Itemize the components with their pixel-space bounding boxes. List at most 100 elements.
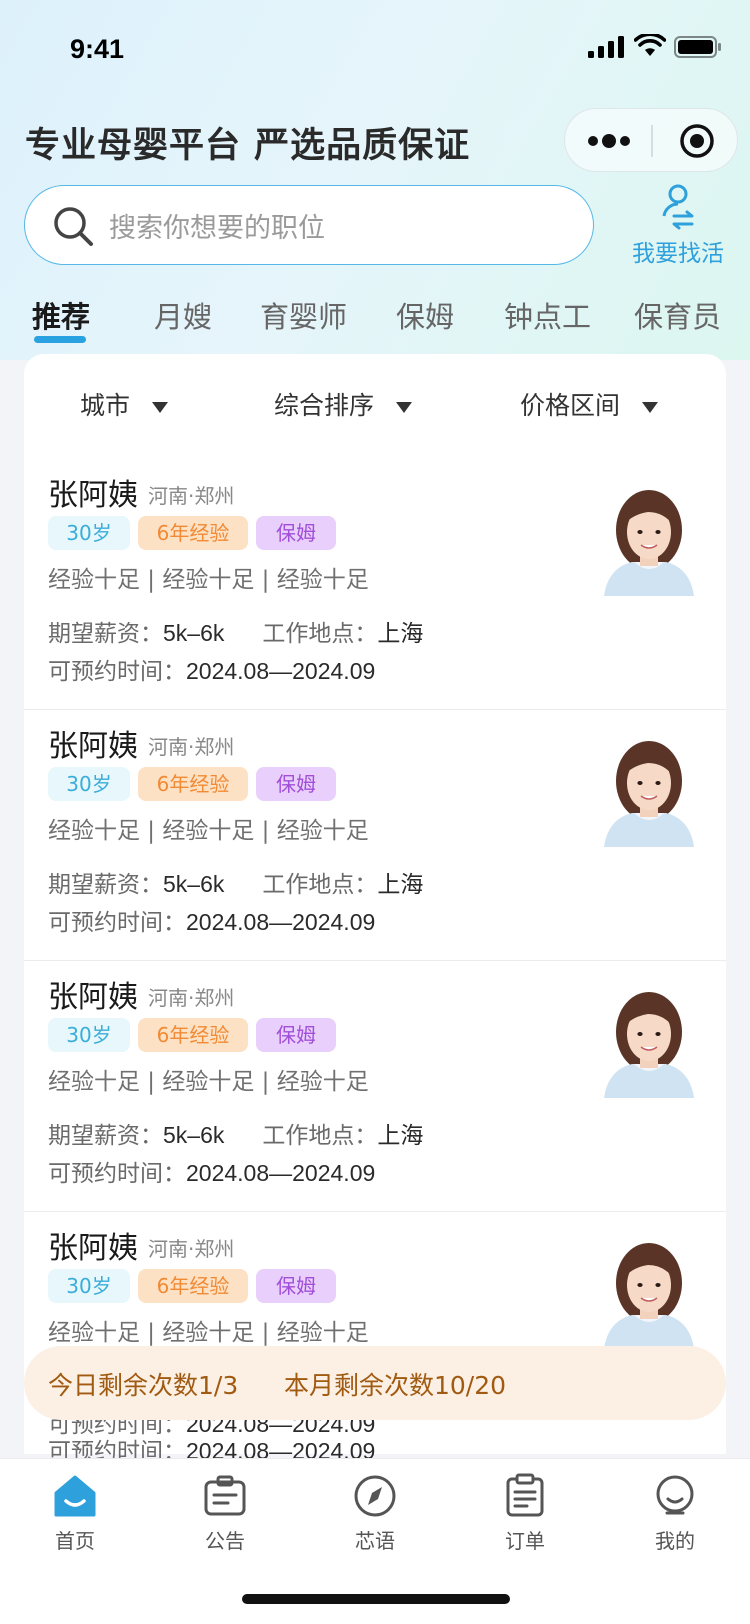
experience-tag: 6年经验 <box>138 516 248 550</box>
worker-location: 河南·郑州 <box>148 1237 235 1261</box>
role-tag: 保姆 <box>256 1018 336 1052</box>
tabbar-label: 我的 <box>655 1529 695 1553</box>
tab-maternity-matron[interactable]: 月嫂 <box>154 294 212 336</box>
tabbar-label: 芯语 <box>355 1529 395 1553</box>
daily-quota: 今日剩余次数1/3 <box>48 1371 239 1400</box>
filter-sort-label: 综合排序 <box>274 391 375 420</box>
dropdown-caret-icon <box>152 401 169 413</box>
role-tag: 保姆 <box>256 1269 336 1303</box>
signal-icon <box>588 36 624 58</box>
worker-avatar <box>604 1243 694 1349</box>
availability-row: 可预约时间：2024.08—2024.09 <box>48 1154 375 1188</box>
worker-card[interactable]: 张阿姨河南·郑州 30岁6年经验保姆经验十足 | 经验十足 | 经验十足期望薪资：… <box>24 450 726 710</box>
worker-name: 张阿姨 <box>48 980 138 1015</box>
availability-row: 可预约时间：2024.08—2024.09 <box>48 903 375 937</box>
experience-tag: 6年经验 <box>138 1018 248 1052</box>
experience-tag: 6年经验 <box>138 767 248 801</box>
tab-hourly[interactable]: 钟点工 <box>504 294 591 336</box>
time-label: 可预约时间： <box>48 659 186 685</box>
workplace-label: 工作地点： <box>262 621 378 647</box>
more-icon[interactable] <box>587 129 631 153</box>
worker-skills: 经验十足 | 经验十足 | 经验十足 <box>48 1320 369 1346</box>
time-label: 可预约时间： <box>48 910 186 936</box>
worker-list-panel: 城市 综合排序 价格区间 张阿姨 河南·郑州 30岁 6年经验 保姆 经验十足 | 经验十… <box>24 354 726 1454</box>
tabbar-orders[interactable]: 订单 <box>470 1473 580 1554</box>
tab-childcare[interactable]: 保育员 <box>634 294 721 336</box>
page-slogan: 专业母婴平台 严选品质保证 <box>25 126 471 166</box>
role-tag: 保姆 <box>256 767 336 801</box>
workplace-value: 上海 <box>377 1122 424 1148</box>
search-input[interactable]: 搜索你想要的职位 <box>24 185 594 265</box>
workplace-value: 上海 <box>377 620 424 646</box>
worker-skills: 经验十足 | 经验十足 | 经验十足 <box>48 567 369 593</box>
category-tabs: 推荐 月嫂 育婴师 保姆 钟点工 保育员 <box>0 294 750 344</box>
tabbar-discover[interactable]: 芯语 <box>320 1473 430 1554</box>
filter-price[interactable]: 价格区间 <box>520 386 659 422</box>
worker-name: 张阿姨 <box>48 1231 138 1266</box>
age-tag: 30岁 <box>48 516 130 550</box>
worker-location: 河南·郑州 <box>148 484 235 508</box>
worker-location: 河南·郑州 <box>148 735 235 759</box>
worker-name: 张阿姨 <box>48 478 138 513</box>
profile-icon <box>656 1475 694 1515</box>
worker-card[interactable]: 张阿姨河南·郑州 30岁6年经验保姆经验十足 | 经验十足 | 经验十足期望薪资：… <box>24 952 726 1212</box>
salary-value: 5k–6k <box>163 620 225 646</box>
salary-row: 期望薪资：5k–6k 工作地点：上海 <box>48 1116 423 1150</box>
workplace-label: 工作地点： <box>262 1123 378 1149</box>
active-tab-indicator <box>34 336 86 343</box>
tabbar-label: 订单 <box>505 1529 545 1553</box>
salary-label: 期望薪资： <box>48 621 163 647</box>
home-icon <box>54 1475 96 1517</box>
filter-bar: 城市 综合排序 价格区间 <box>24 354 726 450</box>
dropdown-caret-icon <box>396 401 413 413</box>
tabbar-label: 公告 <box>205 1529 245 1553</box>
status-bar: 9:41 <box>0 0 750 100</box>
filter-city[interactable]: 城市 <box>80 386 169 422</box>
worker-skills: 经验十足 | 经验十足 | 经验十足 <box>48 1069 369 1095</box>
tabbar-announcement[interactable]: 公告 <box>170 1473 280 1554</box>
order-icon <box>506 1473 544 1517</box>
age-tag: 30岁 <box>48 767 130 801</box>
close-target-icon[interactable] <box>679 123 715 159</box>
role-tag: 保姆 <box>256 516 336 550</box>
mini-program-capsule <box>564 108 738 172</box>
salary-row: 期望薪资：5k–6k 工作地点：上海 <box>48 614 423 648</box>
announcement-icon <box>204 1475 246 1516</box>
filter-price-label: 价格区间 <box>520 391 621 420</box>
salary-value: 5k–6k <box>163 871 225 897</box>
tab-infant-care[interactable]: 育婴师 <box>260 294 347 336</box>
salary-label: 期望薪资： <box>48 872 163 898</box>
worker-avatar <box>604 992 694 1098</box>
experience-tag: 6年经验 <box>138 1269 248 1303</box>
search-icon <box>54 207 93 246</box>
worker-skills: 经验十足 | 经验十足 | 经验十足 <box>48 818 369 844</box>
filter-city-label: 城市 <box>80 391 131 420</box>
tabbar-home[interactable]: 首页 <box>20 1473 130 1554</box>
search-placeholder: 搜索你想要的职位 <box>109 213 325 244</box>
time-value: 2024.08—2024.09 <box>186 1160 376 1186</box>
wifi-icon <box>634 34 666 56</box>
worker-card[interactable]: 张阿姨河南·郑州 30岁6年经验保姆经验十足 | 经验十足 | 经验十足期望薪资：… <box>24 701 726 961</box>
worker-avatar <box>604 490 694 596</box>
time-value: 2024.08—2024.09 <box>186 658 376 684</box>
tab-recommend[interactable]: 推荐 <box>32 294 90 336</box>
worker-name: 张阿姨 <box>48 729 138 764</box>
home-indicator <box>242 1594 510 1604</box>
battery-icon <box>674 36 721 58</box>
tabbar-profile[interactable]: 我的 <box>620 1473 730 1554</box>
workplace-label: 工作地点： <box>262 872 378 898</box>
age-tag: 30岁 <box>48 1269 130 1303</box>
filter-sort[interactable]: 综合排序 <box>274 386 413 422</box>
time-label: 可预约时间： <box>48 1161 186 1187</box>
dropdown-caret-icon <box>642 401 659 413</box>
salary-row: 期望薪资：5k–6k 工作地点：上海 <box>48 865 423 899</box>
compass-icon <box>354 1475 396 1517</box>
time-value: 2024.08—2024.09 <box>186 909 376 935</box>
age-tag: 30岁 <box>48 1018 130 1052</box>
tab-nanny[interactable]: 保姆 <box>396 294 454 336</box>
find-job-button[interactable]: 我要找活 <box>628 182 728 268</box>
monthly-quota: 本月剩余次数10/20 <box>284 1371 507 1400</box>
availability-row: 可预约时间：2024.08—2024.09 <box>48 652 375 686</box>
find-job-label: 我要找活 <box>632 241 724 267</box>
status-time: 9:41 <box>70 34 125 64</box>
